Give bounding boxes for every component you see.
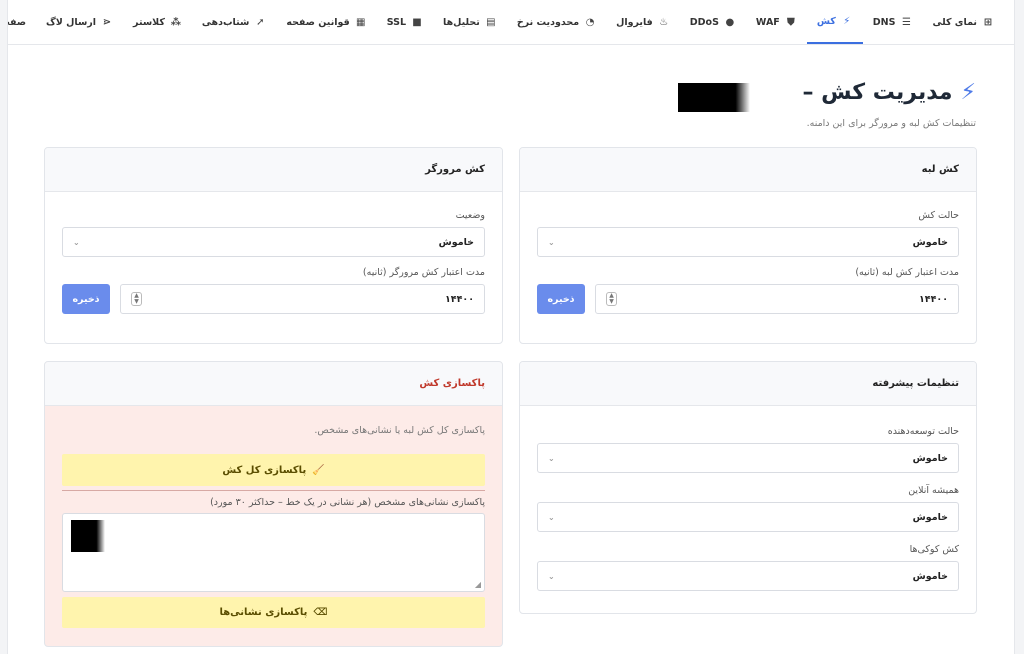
browser-cache-title: کش مرورگر (45, 148, 502, 192)
purge-title: پاکسازی کش (45, 362, 502, 406)
tab-11[interactable]: ⁂ کلاستر (123, 0, 192, 44)
grid-icon: ⊞ (983, 16, 993, 28)
list-icon: ▦ (355, 16, 366, 28)
tab-label: قوانین صفحه (286, 16, 350, 28)
chevron-down-icon: ⌄ (548, 237, 555, 247)
edge-ttl-value: ۱۴۴۰۰ (919, 293, 948, 305)
tab-7[interactable]: ▤ تحلیل‌ها (433, 0, 507, 44)
tab-label: شتاب‌دهی (201, 16, 250, 28)
cubes-icon: ⁂ (170, 16, 182, 28)
redacted-domain (678, 83, 750, 112)
purge-urls-button[interactable]: ⌫ پاکسازی نشانی‌ها (62, 597, 485, 628)
chevron-down-icon: ⌄ (548, 571, 555, 581)
advanced-title: تنظیمات پیشرفته (520, 362, 976, 406)
divider (62, 490, 485, 491)
tab-0[interactable]: ⊞ نمای کلی (922, 0, 1004, 44)
cookie-cache-label: کش کوکی‌ها (909, 544, 959, 555)
cookie-cache-value: خاموش (912, 570, 948, 582)
dev-mode-select[interactable]: خاموش ⌄ (537, 443, 959, 473)
edge-cache-card: کش لبه حالت کش خاموش ⌄ مدت اعتبار کش لبه… (519, 147, 977, 344)
tab-1[interactable]: ☰ DNS (863, 0, 923, 44)
cookie-cache-select[interactable]: خاموش ⌄ (537, 561, 959, 591)
browser-ttl-label: مدت اعتبار کش مرورگر (ثانیه) (362, 267, 485, 278)
bomb-icon: ● (725, 16, 735, 28)
tab-13[interactable]: صفحات سفارشی (8, 0, 36, 44)
advanced-settings-card: تنظیمات پیشرفته حالت توسعه‌دهنده خاموش ⌄… (519, 361, 977, 614)
gauge-icon: ◔ (585, 16, 595, 28)
tab-label: کش (816, 15, 836, 27)
tab-12[interactable]: ⋖ ارسال لاگ (36, 0, 123, 44)
tab-label: ارسال لاگ (46, 16, 97, 28)
edge-save-button[interactable]: ذخیره (537, 284, 585, 314)
purge-cache-card: پاکسازی کش پاکسازی کل کش لبه یا نشانی‌ها… (44, 361, 503, 647)
tab-2[interactable]: ⚡ کش (806, 0, 863, 44)
tab-10[interactable]: ➚ شتاب‌دهی (192, 0, 276, 44)
chevron-down-icon: ⌄ (548, 512, 555, 522)
browser-ttl-value: ۱۴۴۰۰ (445, 293, 474, 305)
edge-mode-value: خاموش (912, 236, 948, 248)
purge-urls-label: پاکسازی نشانی‌های مشخص (هر نشانی در یک خ… (210, 497, 485, 508)
broom-icon: 🧹 (312, 464, 325, 476)
tab-label: فایروال (616, 16, 653, 28)
browser-status-select[interactable]: خاموش ⌄ (62, 227, 485, 257)
tab-label: نمای کلی (932, 16, 977, 28)
edge-ttl-input[interactable]: ۱۴۴۰۰ ▲ ▼ (595, 284, 959, 314)
fire-icon: ♨ (659, 16, 669, 28)
edge-cache-title: کش لبه (520, 148, 976, 192)
bolt-icon: ⚡ (843, 15, 851, 27)
page-title-text: مدیریت کش – (802, 80, 953, 105)
edge-mode-label: حالت کش (918, 210, 959, 221)
number-spinner-icon[interactable]: ▲ ▼ (606, 292, 617, 306)
tab-label: صفحات سفارشی (8, 16, 27, 28)
dev-mode-value: خاموش (912, 452, 948, 464)
tab-label: DDoS (689, 16, 719, 28)
page-subtitle: تنظیمات کش لبه و مرورگر برای این دامنه. (806, 118, 976, 129)
purge-all-button[interactable]: 🧹 پاکسازی کل کش (62, 454, 485, 486)
tab-6[interactable]: ◔ محدودیت نرخ (507, 0, 606, 44)
chevron-down-icon: ⌄ (548, 453, 555, 463)
tab-label: تحلیل‌ها (443, 16, 480, 28)
tab-label: کلاستر (133, 16, 165, 28)
tab-9[interactable]: ▦ قوانین صفحه (276, 0, 376, 44)
tab-4[interactable]: ● DDoS (680, 0, 746, 44)
browser-cache-card: کش مرورگر وضعیت خاموش ⌄ مدت اعتبار کش مر… (44, 147, 503, 344)
shield-icon: ⛊ (787, 16, 795, 28)
bolt-icon: ⚡ (960, 80, 976, 105)
eraser-icon: ⌫ (313, 607, 328, 618)
lock-icon: ■ (412, 16, 422, 28)
tab-3[interactable]: ⛊ WAF (746, 0, 807, 44)
tab-bar: ⊞ نمای کلی ☰ DNS ⚡ کش ⛊ WAF ● DDoS ♨ فایروال ◔ محدودی… (8, 0, 1014, 45)
edge-ttl-label: مدت اعتبار کش لبه (ثانیه) (855, 267, 959, 278)
edge-mode-select[interactable]: خاموش ⌄ (537, 227, 959, 257)
browser-save-button[interactable]: ذخیره (62, 284, 110, 314)
tab-label: WAF (755, 16, 780, 28)
server-icon: ☰ (901, 16, 911, 28)
tab-label: SSL (386, 16, 407, 28)
tab-5[interactable]: ♨ فایروال (606, 0, 680, 44)
app-frame: ⊞ نمای کلی ☰ DNS ⚡ کش ⛊ WAF ● DDoS ♨ فایروال ◔ محدودی… (7, 0, 1015, 654)
always-online-select[interactable]: خاموش ⌄ (537, 502, 959, 532)
browser-status-label: وضعیت (455, 210, 485, 221)
chevron-down-icon: ⌄ (73, 237, 80, 247)
tab-label: DNS (872, 16, 896, 28)
number-spinner-icon[interactable]: ▲ ▼ (131, 292, 142, 306)
browser-ttl-input[interactable]: ۱۴۴۰۰ ▲ ▼ (120, 284, 485, 314)
dev-mode-label: حالت توسعه‌دهنده (887, 426, 959, 437)
tab-label: محدودیت نرخ (516, 16, 580, 28)
purge-urls-textarea[interactable]: ◢ (62, 513, 485, 592)
browser-status-value: خاموش (438, 236, 474, 248)
chart-icon: ▤ (486, 16, 496, 28)
redacted-url-text (71, 520, 105, 552)
tab-8[interactable]: ■ SSL (377, 0, 433, 44)
rocket-icon: ➚ (256, 16, 265, 28)
always-online-label: همیشه آنلاین (908, 485, 959, 496)
page-title: ⚡ مدیریت کش – (803, 80, 977, 105)
purge-all-label: پاکسازی کل کش (222, 464, 307, 476)
share-icon: ⋖ (102, 16, 112, 28)
purge-urls-label-text: پاکسازی نشانی‌ها (219, 607, 308, 618)
always-online-value: خاموش (912, 511, 948, 523)
purge-description: پاکسازی کل کش لبه یا نشانی‌های مشخص. (314, 425, 485, 436)
resize-handle-icon[interactable]: ◢ (475, 580, 481, 589)
